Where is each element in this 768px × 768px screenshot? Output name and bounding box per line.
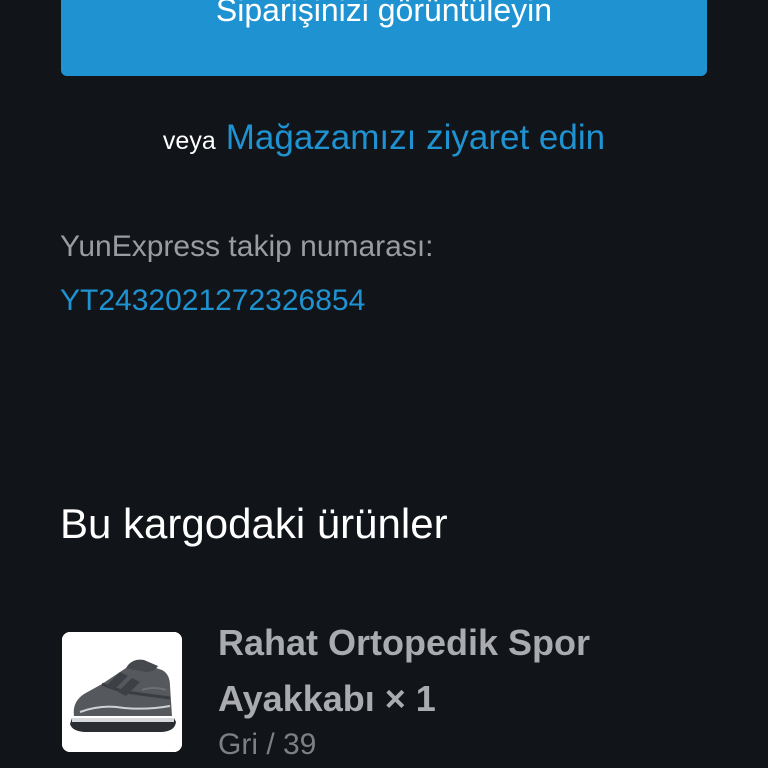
visit-store-link[interactable]: Mağazamızı ziyaret edin <box>226 118 605 157</box>
product-image[interactable] <box>62 632 182 752</box>
shipping-confirmation-page: Siparişinizi görüntüleyin veya Mağazamızı… <box>0 0 768 768</box>
or-text: veya <box>162 127 216 155</box>
visit-store-line: veya Mağazamızı ziyaret edin <box>0 118 768 158</box>
tracking-number-link[interactable]: YT2432021272326854 <box>60 284 365 318</box>
tracking-number-label: YunExpress takip numarası: <box>60 230 434 263</box>
view-order-button[interactable]: Siparişinizi görüntüleyin <box>61 0 707 76</box>
sneaker-image-icon <box>62 632 182 752</box>
product-variant: Gri / 39 <box>218 728 317 761</box>
product-name[interactable]: Rahat Ortopedik Spor Ayakkabı × 1 <box>218 615 738 727</box>
shipment-items-title: Bu kargodaki ürünler <box>60 500 448 547</box>
